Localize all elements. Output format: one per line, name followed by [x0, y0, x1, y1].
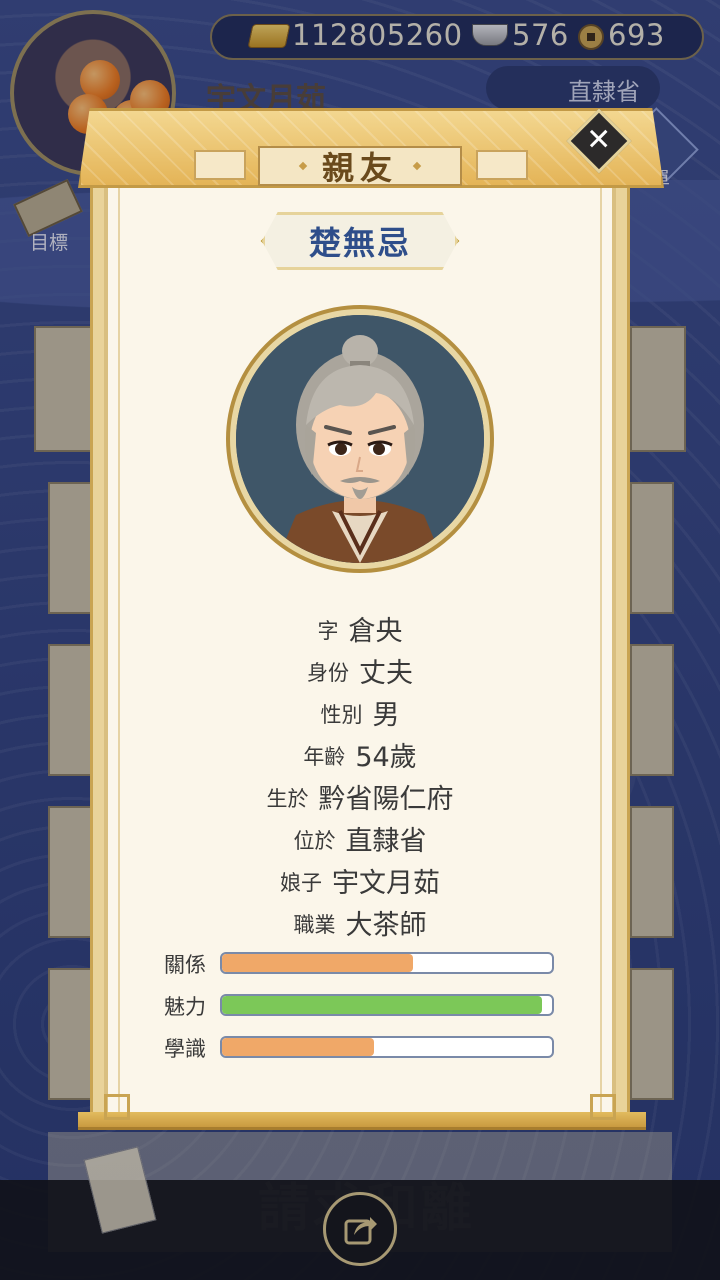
person-name-plate: 楚無忌 [262, 212, 458, 270]
stat-label: 學識 [164, 1037, 206, 1061]
stat-bar-track [220, 1036, 554, 1058]
stat-bar-fill [222, 954, 414, 972]
dialog-title-plate: 親友 [258, 146, 462, 187]
info-row-courtesy-name: 字 倉央 [110, 606, 610, 648]
info-key: 身份 [307, 661, 349, 685]
corner-ornament [590, 1094, 616, 1120]
stat-label: 魅力 [164, 995, 206, 1019]
stat-bar-fill [222, 1038, 374, 1056]
stat-bar-track [220, 952, 554, 974]
person-portrait-frame [226, 305, 494, 573]
info-row-location: 位於 直隸省 [110, 816, 610, 858]
person-portrait [236, 315, 484, 563]
info-key: 職業 [293, 913, 336, 937]
stat-charm: 魅力 [164, 994, 556, 1019]
info-row-identity: 身份 丈夫 [110, 648, 610, 690]
info-value: 男 [372, 700, 400, 731]
info-row-gender: 性別 男 [110, 690, 610, 732]
header-ornament [476, 150, 528, 180]
stat-relationship: 關係 [164, 952, 556, 977]
info-key: 娘子 [280, 871, 322, 895]
close-icon: ✕ [586, 122, 612, 158]
info-key: 年齡 [303, 745, 346, 769]
info-value: 直隸省 [345, 826, 427, 857]
info-value: 宇文月茹 [332, 868, 440, 899]
corner-ornament [104, 1094, 130, 1120]
info-key: 字 [317, 619, 339, 643]
info-value: 54歲 [355, 742, 417, 773]
diamond-icon [412, 161, 422, 171]
stat-bar-fill [222, 996, 543, 1014]
dialog-title: 親友 [321, 149, 398, 187]
info-row-age: 年齡 54歲 [110, 732, 610, 774]
info-key: 生於 [266, 787, 309, 811]
info-row-birthplace: 生於 黔省陽仁府 [110, 774, 610, 816]
header-ornament [194, 150, 246, 180]
diamond-icon [298, 161, 308, 171]
stat-label: 關係 [164, 953, 206, 977]
info-row-occupation: 職業 大茶師 [110, 900, 610, 942]
info-value: 丈夫 [359, 658, 413, 689]
stat-bar-track [220, 994, 554, 1016]
info-key: 性別 [320, 703, 363, 727]
info-value: 黔省陽仁府 [318, 784, 454, 815]
dialog-bottom-rod [78, 1112, 646, 1130]
person-info-list: 字 倉央 身份 丈夫 性別 男 年齡 54歲 生於 黔省陽仁府 位於 直隸省 娘… [110, 606, 610, 942]
info-value: 大茶師 [345, 910, 427, 941]
stat-knowledge: 學識 [164, 1036, 556, 1061]
old-man-portrait [236, 315, 484, 563]
person-name: 楚無忌 [308, 224, 411, 262]
info-key: 位於 [293, 829, 336, 853]
info-row-wife: 娘子 宇文月茹 [110, 858, 610, 900]
info-value: 倉央 [348, 616, 403, 647]
